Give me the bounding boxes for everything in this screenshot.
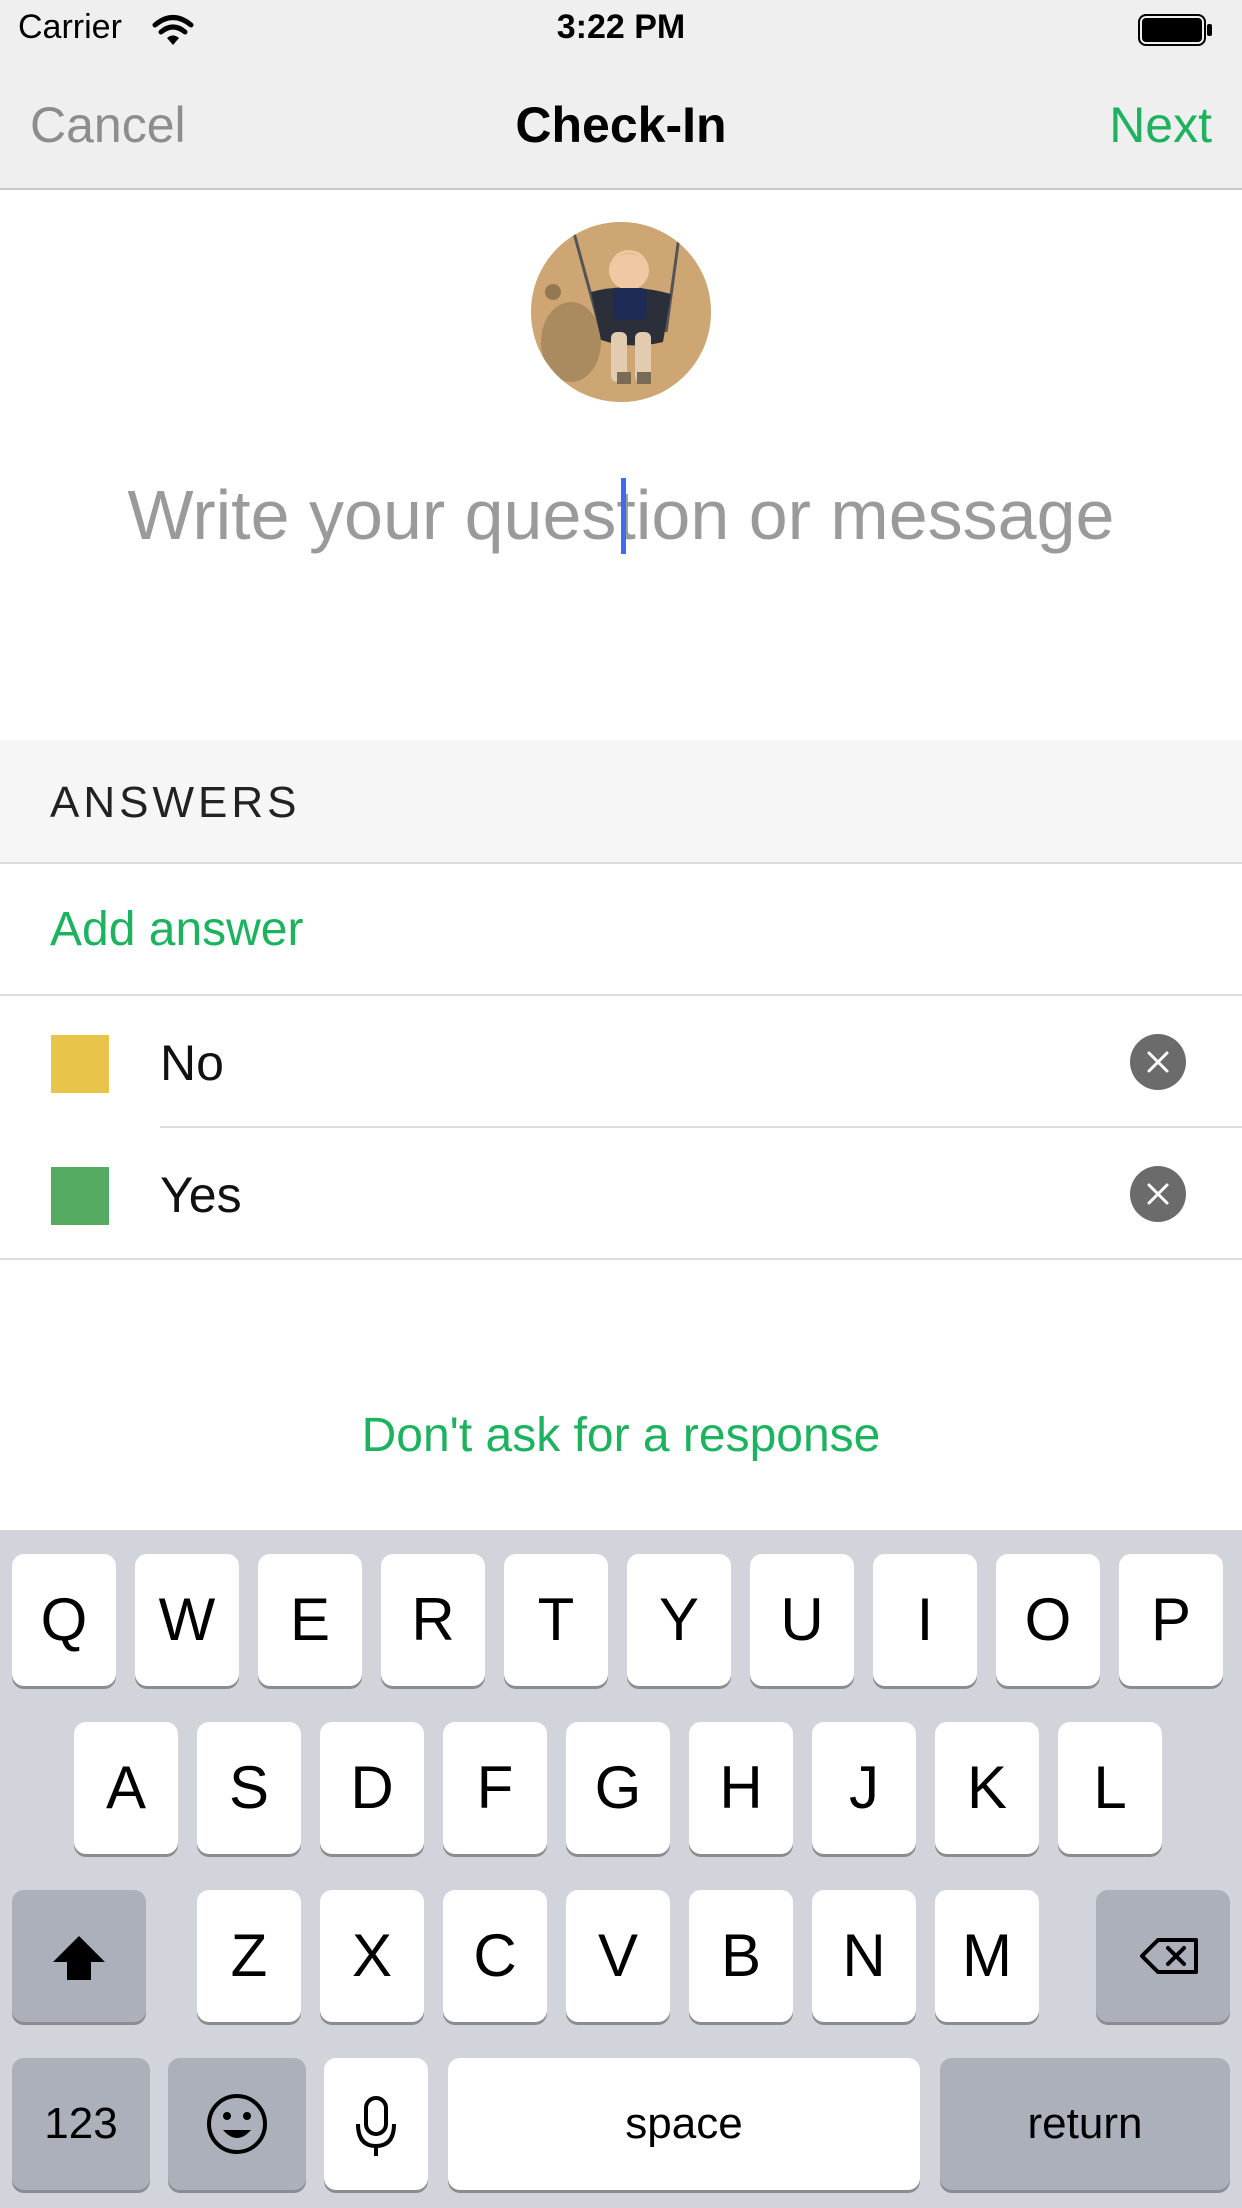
key-h[interactable]: H bbox=[689, 1722, 793, 1854]
page-title: Check-In bbox=[515, 97, 727, 153]
battery-icon bbox=[1138, 14, 1214, 46]
key-k[interactable]: K bbox=[935, 1722, 1039, 1854]
answers-header-label: ANSWERS bbox=[50, 778, 301, 827]
remove-answer-icon[interactable] bbox=[1130, 1034, 1186, 1090]
key-s[interactable]: S bbox=[197, 1722, 301, 1854]
return-key[interactable]: return bbox=[940, 2058, 1230, 2190]
key-g[interactable]: G bbox=[566, 1722, 670, 1854]
key-r[interactable]: R bbox=[381, 1554, 485, 1686]
backspace-icon bbox=[1140, 1938, 1198, 1974]
key-y[interactable]: Y bbox=[627, 1554, 731, 1686]
key-w[interactable]: W bbox=[135, 1554, 239, 1686]
key-a[interactable]: A bbox=[74, 1722, 178, 1854]
microphone-icon bbox=[356, 2096, 396, 2156]
add-answer-button[interactable]: Add answer bbox=[0, 864, 1242, 996]
dictation-key[interactable] bbox=[324, 2058, 428, 2190]
avatar[interactable] bbox=[531, 222, 711, 402]
answer-row-yes[interactable]: Yes bbox=[0, 1128, 1242, 1260]
key-e[interactable]: E bbox=[258, 1554, 362, 1686]
nav-bar: Cancel Check-In Next bbox=[0, 62, 1242, 190]
dont-ask-response-button[interactable]: Don't ask for a response bbox=[0, 1408, 1242, 1463]
next-button[interactable]: Next bbox=[1109, 96, 1212, 154]
answer-label[interactable]: No bbox=[160, 1034, 224, 1092]
clock: 3:22 PM bbox=[556, 8, 686, 46]
key-n[interactable]: N bbox=[812, 1890, 916, 2022]
key-c[interactable]: C bbox=[443, 1890, 547, 2022]
key-x[interactable]: X bbox=[320, 1890, 424, 2022]
key-v[interactable]: V bbox=[566, 1890, 670, 2022]
text-cursor bbox=[621, 478, 626, 554]
add-answer-label: Add answer bbox=[50, 903, 304, 956]
key-l[interactable]: L bbox=[1058, 1722, 1162, 1854]
answers-section-header: ANSWERS bbox=[0, 740, 1242, 864]
remove-answer-icon[interactable] bbox=[1130, 1166, 1186, 1222]
emoji-key[interactable] bbox=[168, 2058, 306, 2190]
delete-key[interactable] bbox=[1096, 1890, 1230, 2022]
key-d[interactable]: D bbox=[320, 1722, 424, 1854]
answer-row-no[interactable]: No bbox=[0, 996, 1242, 1128]
key-j[interactable]: J bbox=[812, 1722, 916, 1854]
answer-label[interactable]: Yes bbox=[160, 1166, 242, 1224]
key-f[interactable]: F bbox=[443, 1722, 547, 1854]
key-t[interactable]: T bbox=[504, 1554, 608, 1686]
key-q[interactable]: Q bbox=[12, 1554, 116, 1686]
key-u[interactable]: U bbox=[750, 1554, 854, 1686]
keyboard: Q W E R T Y U I O P A S D F G H J K L Z … bbox=[0, 1530, 1242, 2208]
key-z[interactable]: Z bbox=[197, 1890, 301, 2022]
shift-icon bbox=[53, 1936, 105, 1980]
key-o[interactable]: O bbox=[996, 1554, 1100, 1686]
answer-color-swatch[interactable] bbox=[51, 1035, 109, 1093]
emoji-icon bbox=[207, 2094, 267, 2154]
numbers-key[interactable]: 123 bbox=[12, 2058, 150, 2190]
key-i[interactable]: I bbox=[873, 1554, 977, 1686]
key-b[interactable]: B bbox=[689, 1890, 793, 2022]
space-key[interactable]: space bbox=[448, 2058, 920, 2190]
answer-color-swatch[interactable] bbox=[51, 1167, 109, 1225]
key-m[interactable]: M bbox=[935, 1890, 1039, 2022]
status-bar: Carrier 3:22 PM bbox=[0, 0, 1242, 62]
shift-key[interactable] bbox=[12, 1890, 146, 2022]
key-p[interactable]: P bbox=[1119, 1554, 1223, 1686]
